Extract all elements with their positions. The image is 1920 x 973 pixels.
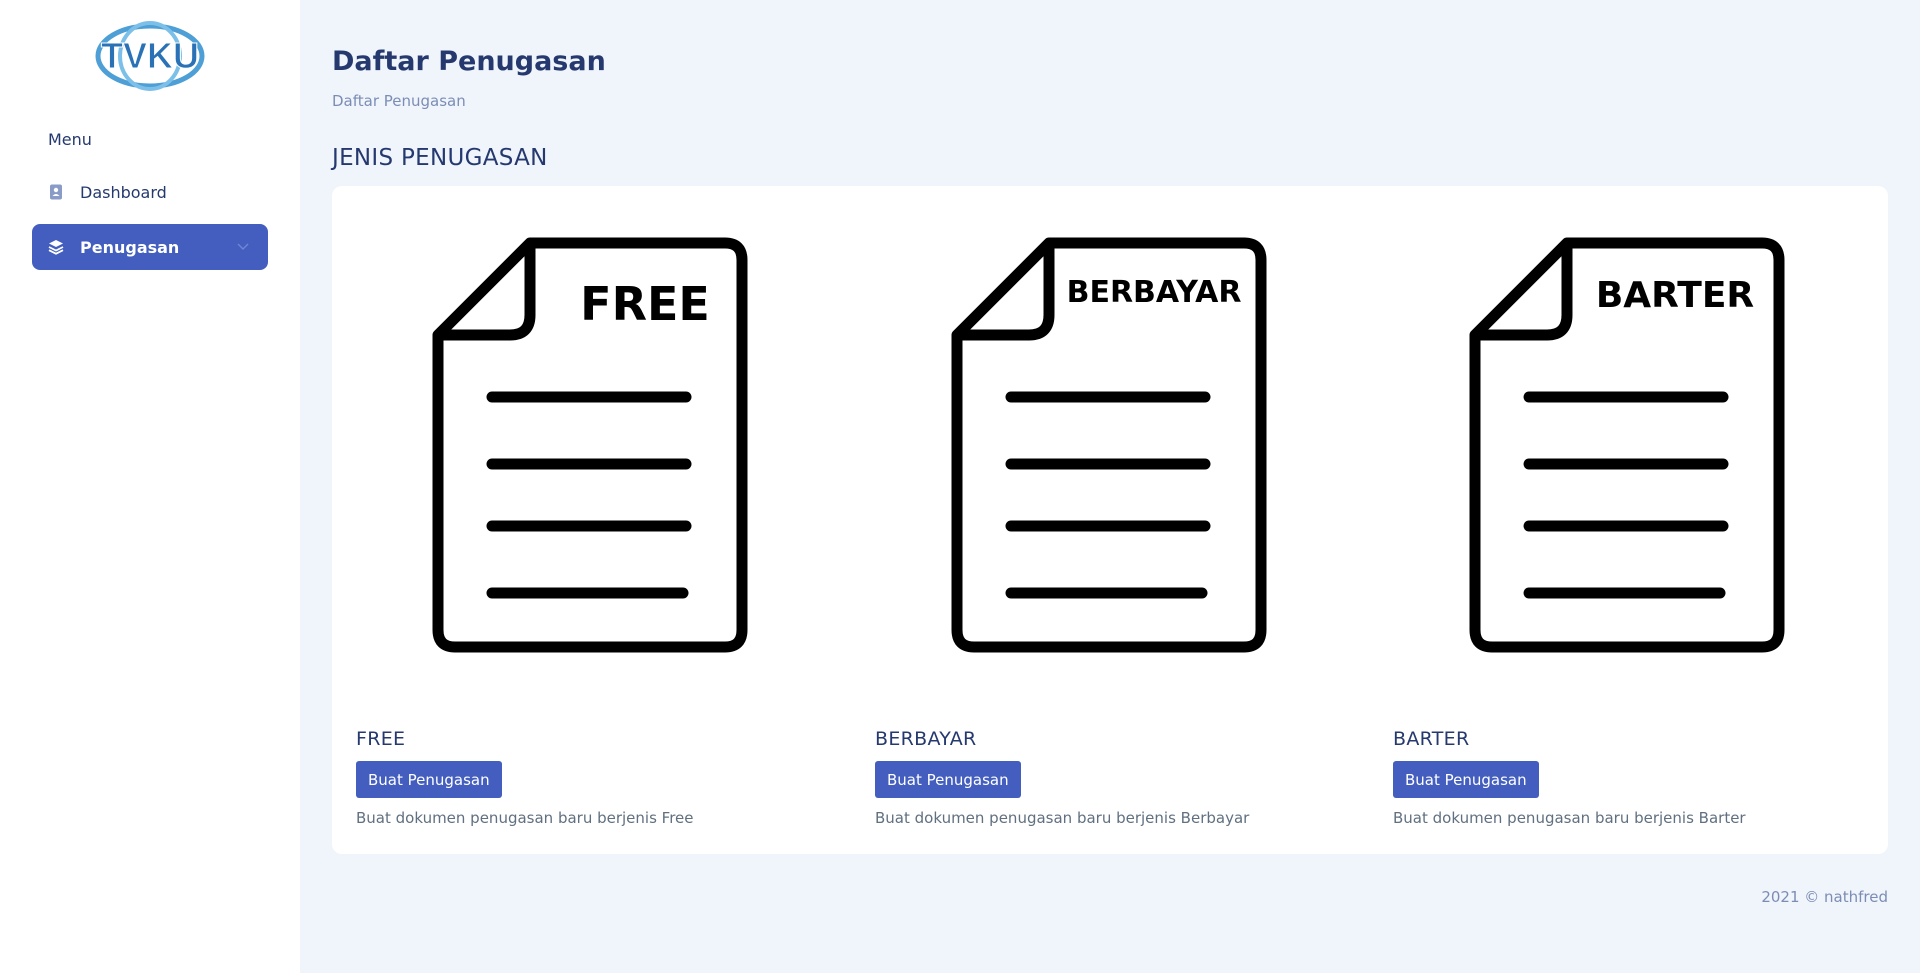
breadcrumb: Daftar Penugasan bbox=[332, 92, 466, 110]
sidebar: TVKU Menu Dashboard Penugasan bbox=[0, 0, 300, 973]
svg-text:TVKU: TVKU bbox=[101, 35, 199, 76]
type-title: FREE bbox=[356, 728, 406, 750]
type-title: BARTER bbox=[1393, 728, 1470, 750]
sidebar-item-label: Dashboard bbox=[80, 182, 167, 202]
create-assignment-barter-button[interactable]: Buat Penugasan bbox=[1393, 761, 1539, 798]
type-description: Buat dokumen penugasan baru berjenis Fre… bbox=[356, 809, 694, 827]
page-title: Daftar Penugasan bbox=[332, 46, 606, 77]
document-free-icon: FREE bbox=[432, 237, 748, 653]
footer-copyright: 2021 © nathfred bbox=[1761, 888, 1888, 906]
svg-text:FREE: FREE bbox=[580, 277, 710, 331]
contact-book-icon bbox=[48, 184, 64, 200]
main-content: Daftar Penugasan Daftar Penugasan JENIS … bbox=[300, 0, 1920, 973]
sidebar-item-dashboard[interactable]: Dashboard bbox=[32, 169, 268, 215]
type-description: Buat dokumen penugasan baru berjenis Ber… bbox=[875, 809, 1250, 827]
sidebar-item-penugasan[interactable]: Penugasan bbox=[32, 224, 268, 270]
create-assignment-free-button[interactable]: Buat Penugasan bbox=[356, 761, 502, 798]
section-title: JENIS PENUGASAN bbox=[332, 145, 548, 171]
tvku-logo[interactable]: TVKU bbox=[94, 20, 206, 92]
type-title: BERBAYAR bbox=[875, 728, 977, 750]
chevron-down-icon[interactable] bbox=[236, 238, 250, 252]
sidebar-menu-title: Menu bbox=[48, 130, 92, 149]
type-description: Buat dokumen penugasan baru berjenis Bar… bbox=[1393, 809, 1746, 827]
svg-text:BARTER: BARTER bbox=[1596, 275, 1754, 316]
svg-text:BERBAYAR: BERBAYAR bbox=[1067, 275, 1242, 310]
document-barter-icon: BARTER bbox=[1469, 237, 1785, 653]
sidebar-item-label: Penugasan bbox=[80, 237, 180, 257]
type-card-barter: BARTER BARTER Buat Penugasan Buat dokume… bbox=[1393, 186, 1871, 854]
type-card-berbayar: BERBAYAR BERBAYAR Buat Penugasan Buat do… bbox=[875, 186, 1353, 854]
layers-icon bbox=[48, 239, 64, 255]
create-assignment-berbayar-button[interactable]: Buat Penugasan bbox=[875, 761, 1021, 798]
document-berbayar-icon: BERBAYAR bbox=[951, 237, 1267, 653]
type-card-free: FREE FREE Buat Penugasan Buat dokumen pe… bbox=[356, 186, 834, 854]
assignment-types-card: FREE FREE Buat Penugasan Buat dokumen pe… bbox=[332, 186, 1888, 854]
